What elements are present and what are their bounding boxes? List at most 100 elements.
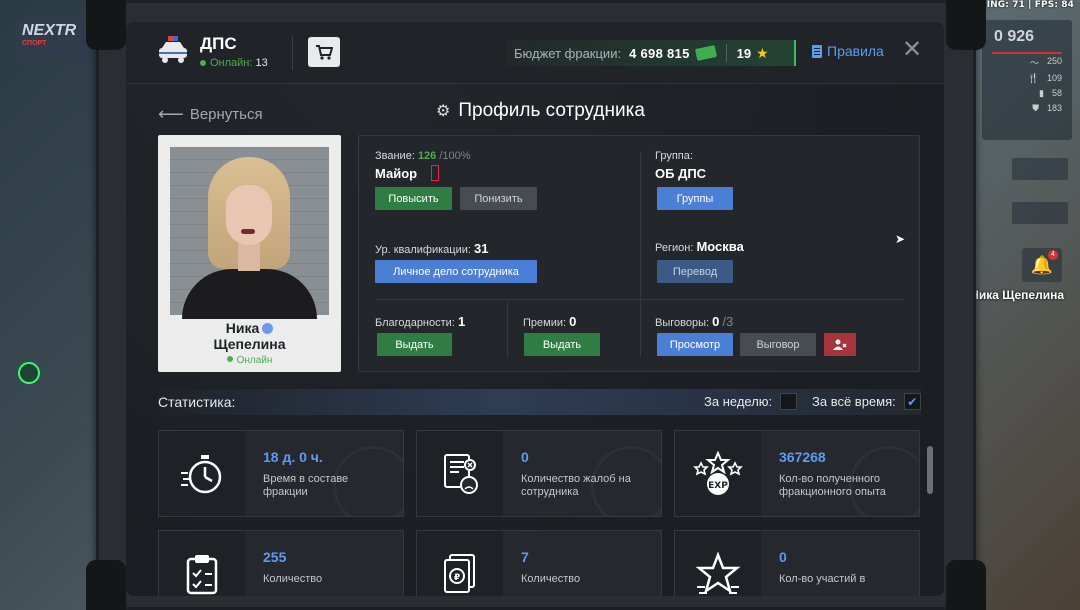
stopwatch-icon — [181, 454, 222, 493]
statistics-header: Статистика: За неделю: За всё время: ✔ — [158, 389, 921, 415]
rank-label-row: Звание: 126 /100% — [375, 150, 471, 162]
stat-card: 0 Кол-во участий в — [674, 530, 920, 596]
bonus-label: Премии: — [523, 317, 567, 329]
online-dot-icon — [200, 60, 206, 66]
online-label: Онлайн: — [210, 57, 253, 69]
content-scrollbar[interactable] — [927, 446, 933, 494]
stars-value: 19 — [736, 45, 752, 61]
view-reprimands-button[interactable]: Просмотр — [657, 333, 733, 356]
hud-stat-2: 109 — [1046, 73, 1062, 83]
checkmark-icon: ✔ — [907, 394, 918, 409]
svg-text:EXP: EXP — [708, 481, 728, 491]
close-button[interactable]: ✕ — [902, 38, 922, 62]
rank-max: /100% — [439, 150, 471, 162]
coin-docs-icon: ₽ — [444, 553, 475, 593]
give-bonus-button[interactable]: Выдать — [524, 333, 600, 356]
hud-stat-3: 58 — [1051, 88, 1062, 98]
stat-value: 7 — [521, 549, 529, 565]
tablet-corner — [86, 560, 126, 610]
faction-online: Онлайн: 13 — [200, 57, 268, 69]
personal-file-button[interactable]: Личное дело сотрудника — [375, 260, 537, 283]
header-divider — [292, 36, 293, 70]
bonus-value: 0 — [569, 314, 577, 329]
transfer-button[interactable]: Перевод — [657, 260, 733, 283]
notifications-bell-icon[interactable]: 🔔 4 — [1022, 248, 1062, 282]
notification-badge: 4 — [1048, 250, 1058, 260]
employee-first-name: Ника — [225, 320, 260, 336]
server-logo-sub: СПОРТ — [22, 40, 47, 47]
filter-all-time[interactable]: За всё время: ✔ — [812, 393, 921, 410]
filter-week[interactable]: За неделю: — [704, 393, 798, 410]
stat-value: 255 — [263, 549, 287, 565]
employee-photo-card: Ника Щепелина Онлайн — [158, 135, 341, 372]
back-button[interactable]: ⟵ Вернуться — [158, 104, 263, 125]
hunger-icon: 🍴 — [1027, 73, 1039, 83]
reprimand-label: Выговоры: — [655, 317, 710, 329]
heartbeat-icon: 〜 — [1029, 58, 1039, 68]
reprimand-max: /3 — [722, 314, 734, 329]
stat-description: Количество — [521, 573, 581, 585]
hud-hotkey-l — [1012, 202, 1068, 224]
give-thanks-button[interactable]: Выдать — [377, 333, 452, 356]
thanks-label: Благодарности: — [375, 317, 455, 329]
stat-value: 0 — [521, 449, 529, 465]
region-row: Регион: Москва — [655, 239, 744, 254]
tablet-corner — [946, 0, 986, 50]
employee-status: Онлайн — [158, 355, 341, 366]
back-label: Вернуться — [189, 106, 263, 123]
user-icon — [262, 323, 274, 334]
star-icon — [695, 551, 741, 594]
budget-value: 4 698 815 — [629, 45, 690, 61]
remove-user-icon — [833, 339, 847, 350]
server-logo: NEXTR СПОРТ — [16, 18, 94, 60]
shop-cart-button[interactable] — [308, 37, 340, 67]
stat-description: Количество — [263, 573, 323, 585]
group-name: ОБ ДПС — [655, 166, 707, 181]
svg-text:₽: ₽ — [454, 573, 460, 583]
group-label: Группа: — [655, 150, 693, 162]
document-icon — [812, 44, 822, 58]
all-time-checkbox[interactable]: ✔ — [903, 393, 921, 410]
complaint-icon — [444, 453, 478, 494]
issue-reprimand-button[interactable]: Выговор — [740, 333, 816, 356]
employee-info-panel: Звание: 126 /100% Майор Повысить Понизит… — [358, 135, 920, 372]
online-dot-icon — [226, 356, 233, 362]
qualification-row: Ур. квалификации: 31 — [375, 241, 488, 256]
budget-label: Бюджет фракции: — [514, 45, 622, 61]
region-label: Регион: — [655, 242, 694, 254]
statistics-title: Статистика: — [158, 394, 236, 410]
tablet-corner — [86, 0, 126, 50]
faction-budget: Бюджет фракции: 4 698 815 19 ★ — [506, 40, 796, 66]
text-cursor — [431, 165, 439, 181]
reprimand-row: Выговоры: 0 /3 — [655, 314, 733, 329]
reprimand-value: 0 — [712, 314, 720, 329]
week-label: За неделю: — [704, 394, 773, 409]
stat-card: 18 д. 0 ч. Время в составе фракции — [158, 430, 404, 517]
app-header: ДПС Онлайн: 13 Бюджет фракции: 4 698 815 … — [126, 22, 944, 84]
rank-name: Майор — [375, 166, 418, 181]
signal-icon: ▮ — [1039, 88, 1044, 98]
stat-card: 255 Количество — [158, 530, 404, 596]
promote-button[interactable]: Повысить — [375, 187, 452, 210]
week-checkbox[interactable] — [780, 393, 798, 410]
rank-points: 126 — [417, 150, 437, 162]
demote-button[interactable]: Понизить — [460, 187, 537, 210]
groups-button[interactable]: Группы — [657, 187, 733, 210]
cart-icon — [316, 45, 333, 60]
hud-money: 0 926 — [994, 28, 1035, 45]
hud-stat-1: 250 — [1046, 56, 1062, 66]
tablet-corner — [946, 560, 986, 610]
fire-employee-button[interactable] — [824, 333, 856, 356]
rules-label: Правила — [827, 43, 884, 59]
clipboard-icon — [186, 554, 218, 594]
faction-name: ДПС — [200, 34, 237, 53]
star-icon: ★ — [756, 44, 769, 61]
page-title: ⚙ Профиль сотрудника — [436, 100, 645, 122]
exp-stars-icon: EXP — [693, 450, 743, 495]
money-icon — [694, 45, 717, 61]
hud-stat-4: 183 — [1046, 103, 1062, 113]
rules-link[interactable]: Правила — [812, 43, 884, 59]
thanks-row: Благодарности: 1 — [375, 314, 465, 329]
region-value: Москва — [696, 239, 744, 254]
police-car-icon — [159, 36, 187, 63]
